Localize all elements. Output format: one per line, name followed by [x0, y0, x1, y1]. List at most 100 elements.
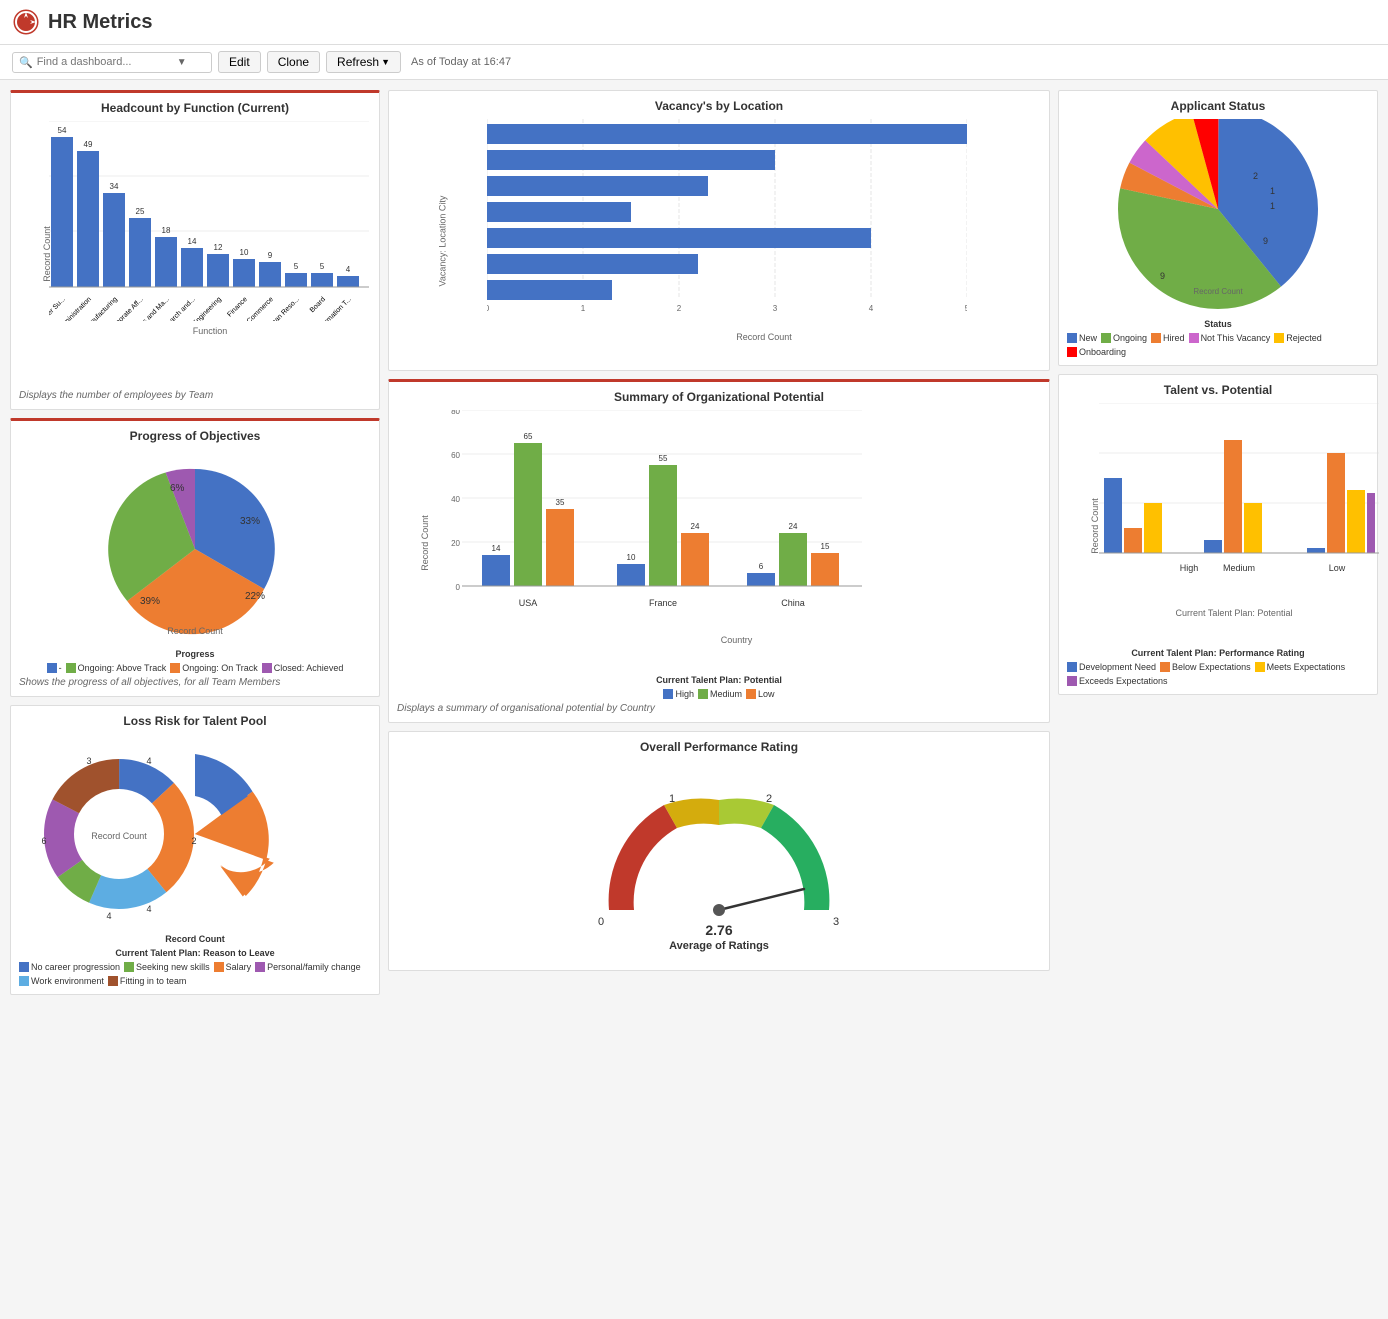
- loss-risk-record-label: Record Count: [19, 934, 371, 944]
- org-potential-legend-label: Current Talent Plan: Potential: [397, 675, 1041, 685]
- svg-text:4: 4: [869, 304, 874, 313]
- svg-text:Medium: Medium: [1223, 563, 1255, 573]
- svg-text:2: 2: [191, 836, 196, 846]
- svg-text:1: 1: [669, 793, 675, 805]
- svg-text:2: 2: [766, 793, 772, 805]
- svg-text:3: 3: [86, 756, 91, 766]
- svg-text:USA: USA: [519, 598, 538, 608]
- vacancies-y-label: Vacancy: Location City: [437, 195, 447, 286]
- progress-pie: 33% 22% 39% 6% Record Count: [85, 449, 305, 649]
- svg-text:80: 80: [451, 410, 460, 416]
- svg-text:Record Count: Record Count: [91, 831, 147, 841]
- svg-text:5: 5: [320, 262, 325, 271]
- talent-legend-label: Current Talent Plan: Performance Rating: [1067, 648, 1369, 658]
- org-potential-chart: 80 60 40 20 0 14 65 35 USA: [432, 410, 862, 630]
- svg-text:34: 34: [110, 182, 119, 191]
- header: HR Metrics: [0, 0, 1388, 45]
- loss-risk-title: Loss Risk for Talent Pool: [19, 714, 371, 728]
- org-potential-x-label: Country: [432, 635, 1041, 645]
- toolbar: 🔍 ▼ Edit Clone Refresh ▼ As of Today at …: [0, 45, 1388, 80]
- dashboard: Headcount by Function (Current) Record C…: [0, 80, 1388, 1005]
- svg-text:35: 35: [556, 498, 565, 507]
- loss-risk-card: Loss Risk for Talent Pool: [10, 705, 380, 995]
- talent-potential-chart: 60 40 20 0 High: [1099, 403, 1379, 603]
- svg-text:4: 4: [146, 904, 151, 914]
- loss-risk-donut-clean: 3 4 2 4 4 6 Record Count: [19, 734, 219, 934]
- search-input[interactable]: [37, 56, 177, 68]
- timestamp: As of Today at 16:47: [411, 56, 511, 68]
- svg-text:Engineering: Engineering: [192, 296, 223, 321]
- svg-text:3: 3: [833, 916, 839, 928]
- gauge-chart: 0 1 2 3 2.76: [559, 770, 879, 950]
- talent-x-label: Current Talent Plan: Potential: [1099, 608, 1369, 618]
- svg-text:0: 0: [456, 583, 461, 592]
- svg-text:49: 49: [84, 140, 93, 149]
- talent-y-label: Record Count: [1090, 498, 1100, 554]
- svg-text:25: 25: [136, 207, 145, 216]
- svg-text:Record Count: Record Count: [167, 626, 223, 636]
- middle-column: Vacancy's by Location Vacancy: Location …: [388, 90, 1050, 995]
- progress-card: Progress of Objectives: [10, 418, 380, 697]
- refresh-label: Refresh: [337, 55, 379, 69]
- svg-text:9: 9: [1263, 236, 1268, 246]
- svg-text:55: 55: [659, 454, 668, 463]
- search-container[interactable]: 🔍 ▼: [12, 52, 212, 73]
- org-potential-y-label: Record Count: [420, 515, 430, 571]
- loss-risk-legend-title: Current Talent Plan: Reason to Leave: [19, 948, 371, 958]
- svg-text:Customer Su...: Customer Su...: [49, 296, 67, 321]
- progress-legend: - Ongoing: Above Track Ongoing: On Track…: [19, 663, 371, 673]
- svg-text:3: 3: [773, 304, 778, 313]
- talent-potential-title: Talent vs. Potential: [1067, 383, 1369, 397]
- app-icon: [12, 8, 40, 36]
- svg-text:14: 14: [188, 237, 197, 246]
- applicant-pie: 2 1 1 9 9 Record Count: [1078, 119, 1358, 319]
- svg-text:24: 24: [691, 522, 700, 531]
- right-column: Applicant Status: [1058, 90, 1378, 995]
- headcount-x-label: Function: [49, 326, 371, 336]
- svg-text:18: 18: [162, 226, 171, 235]
- svg-text:6%: 6%: [170, 483, 185, 494]
- edit-button[interactable]: Edit: [218, 51, 261, 73]
- svg-text:0: 0: [487, 304, 490, 313]
- talent-potential-card: Talent vs. Potential Record Count 60 40 …: [1058, 374, 1378, 695]
- refresh-dropdown-icon[interactable]: ▼: [381, 57, 390, 67]
- svg-text:1: 1: [1270, 186, 1275, 196]
- svg-text:9: 9: [268, 251, 273, 260]
- svg-text:5: 5: [965, 304, 967, 313]
- search-icon: 🔍: [19, 56, 33, 69]
- svg-text:2: 2: [1253, 171, 1258, 181]
- svg-text:39%: 39%: [140, 596, 160, 607]
- org-potential-subtitle: Displays a summary of organisational pot…: [397, 703, 1041, 714]
- svg-text:0: 0: [598, 916, 604, 928]
- headcount-card: Headcount by Function (Current) Record C…: [10, 90, 380, 410]
- svg-text:12: 12: [214, 243, 223, 252]
- svg-text:1: 1: [581, 304, 586, 313]
- svg-text:24: 24: [789, 522, 798, 531]
- svg-text:15: 15: [821, 542, 830, 551]
- dropdown-icon[interactable]: ▼: [177, 57, 187, 68]
- applicant-card: Applicant Status: [1058, 90, 1378, 366]
- clone-button[interactable]: Clone: [267, 51, 320, 73]
- headcount-subtitle: Displays the number of employees by Team: [19, 390, 371, 401]
- applicant-title: Applicant Status: [1067, 99, 1369, 113]
- vacancies-card: Vacancy's by Location Vacancy: Location …: [388, 90, 1050, 371]
- refresh-button[interactable]: Refresh ▼: [326, 51, 401, 73]
- svg-text:10: 10: [240, 248, 249, 257]
- svg-text:40: 40: [451, 495, 460, 504]
- svg-text:2.76: 2.76: [705, 922, 732, 938]
- svg-text:65: 65: [524, 432, 533, 441]
- performance-label: Average of Ratings: [669, 940, 769, 952]
- svg-text:9: 9: [1160, 271, 1165, 281]
- page-title: HR Metrics: [48, 11, 152, 34]
- progress-subtitle: Shows the progress of all objectives, fo…: [19, 677, 371, 688]
- svg-text:1: 1: [1270, 201, 1275, 211]
- progress-title: Progress of Objectives: [19, 429, 371, 443]
- headcount-y-label: Record Count: [42, 226, 52, 282]
- performance-card: Overall Performance Rating: [388, 731, 1050, 971]
- svg-text:4: 4: [346, 265, 351, 274]
- svg-text:High: High: [1180, 563, 1199, 573]
- vacancies-chart: 0 1 2 3 4 5: [487, 119, 967, 329]
- applicant-status-label: Status: [1067, 319, 1369, 329]
- svg-text:China: China: [781, 598, 805, 608]
- performance-title: Overall Performance Rating: [397, 740, 1041, 754]
